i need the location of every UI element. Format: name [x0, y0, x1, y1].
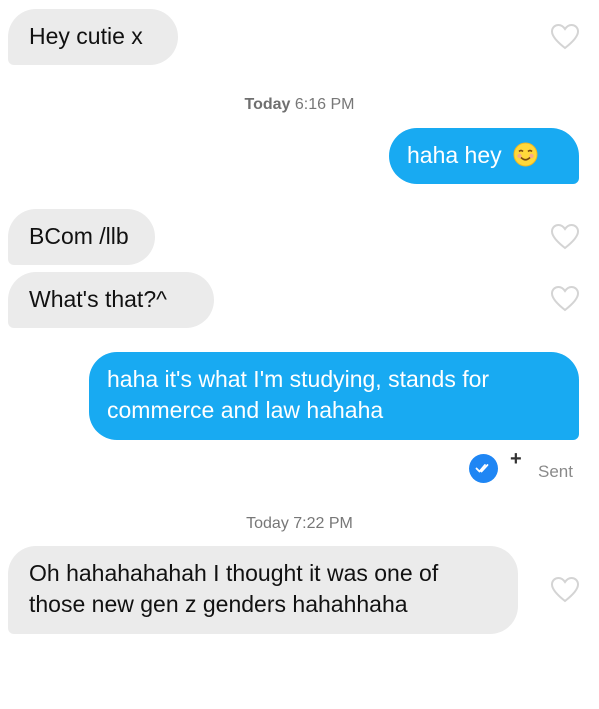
timestamp-day: Today: [246, 515, 289, 532]
outgoing-message[interactable]: haha it's what I'm studying, stands for …: [89, 352, 579, 440]
incoming-message[interactable]: What's that?^: [8, 272, 214, 328]
message-text-line-1: haha it's what I'm studying, stands for: [107, 366, 490, 392]
timestamp: Today 6:16 PM: [0, 96, 599, 114]
message-text-line-1: Oh hahahahahah I thought it was one of: [29, 560, 439, 586]
incoming-message[interactable]: Hey cutie x: [8, 9, 178, 65]
message-text: haha hey: [407, 142, 502, 168]
timestamp-time: 7:22 PM: [293, 515, 353, 532]
incoming-message[interactable]: BCom /llb: [8, 209, 155, 265]
timestamp: Today 7:22 PM: [0, 515, 599, 533]
message-text: Hey cutie x: [29, 23, 143, 49]
double-check-icon: [469, 454, 498, 483]
heart-outline-icon[interactable]: [550, 223, 580, 250]
heart-outline-icon[interactable]: [550, 576, 580, 603]
sent-status: Sent: [538, 462, 573, 481]
heart-outline-icon[interactable]: [550, 23, 580, 50]
message-text: BCom /llb: [29, 223, 129, 249]
message-text-line-2: commerce and law hahaha: [107, 397, 384, 423]
timestamp-time: 6:16 PM: [294, 96, 355, 113]
incoming-message[interactable]: Oh hahahahahah I thought it was one of t…: [8, 546, 518, 634]
message-text: What's that?^: [29, 286, 167, 312]
message-text-line-2: those new gen z genders hahahhaha: [29, 591, 408, 617]
outgoing-message[interactable]: haha hey: [389, 128, 579, 184]
heart-outline-icon[interactable]: [550, 285, 580, 312]
plus-icon[interactable]: +: [510, 449, 522, 469]
timestamp-day: Today: [244, 96, 291, 113]
smiling-face-icon: [513, 142, 538, 167]
